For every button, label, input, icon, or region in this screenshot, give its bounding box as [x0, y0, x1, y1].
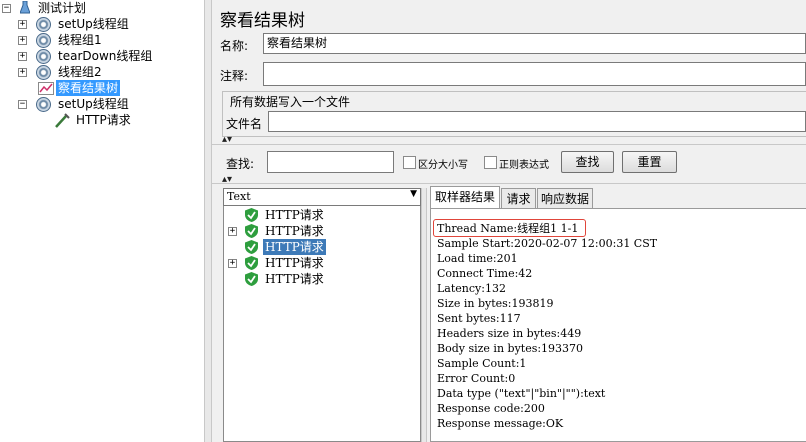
result-line: Data type ("text"|"bin"|""):text	[437, 387, 606, 400]
name-field[interactable]: 察看结果树	[263, 33, 806, 54]
result-line: Sample Start:2020-02-07 12:00:31 CST	[437, 237, 658, 250]
result-line: Response message:OK	[437, 417, 564, 430]
filename-field[interactable]	[268, 111, 806, 132]
tree-item-label: 线程组1	[58, 33, 102, 47]
success-shield-icon	[245, 256, 258, 270]
result-item-label: HTTP请求	[262, 238, 327, 256]
gear-icon	[36, 97, 51, 112]
gear-icon	[36, 33, 51, 48]
result-item-label: HTTP请求	[265, 224, 324, 238]
tab-sampler-result[interactable]: 取样器结果	[430, 186, 500, 208]
tree-item-label: tearDown线程组	[58, 49, 153, 63]
result-line: Sent bytes:117	[437, 312, 521, 325]
pipette-icon	[55, 113, 70, 128]
expand-icon[interactable]: +	[18, 52, 27, 61]
result-line: Latency:132	[437, 282, 506, 295]
tree-item-label: setUp线程组	[58, 97, 129, 111]
tree-item-label: HTTP请求	[76, 113, 131, 127]
result-item-label: HTTP请求	[265, 272, 324, 286]
page-title: 察看结果树	[220, 11, 305, 31]
result-item-label: HTTP请求	[265, 208, 324, 222]
chevron-down-icon[interactable]: ▼	[410, 189, 417, 199]
comment-field[interactable]	[263, 62, 806, 86]
success-shield-icon	[245, 208, 258, 222]
renderer-select[interactable]: Text ▼	[223, 188, 421, 206]
comment-label: 注释:	[220, 69, 249, 83]
tree-item-label: 察看结果树	[56, 80, 121, 96]
file-section-title: 所有数据写入一个文件	[228, 93, 353, 110]
result-line: Load time:201	[437, 252, 518, 265]
test-plan-tree[interactable]: − 测试计划 + setUp线程组 + 线程组1 + tearDown线程组 +…	[0, 0, 204, 442]
tree-root-label: 测试计划	[38, 1, 87, 15]
regex-label: 正则表达式	[499, 160, 549, 171]
splitter[interactable]	[204, 0, 212, 442]
case-sensitive-label: 区分大小写	[418, 160, 468, 171]
gear-icon	[36, 17, 51, 32]
success-shield-icon	[245, 272, 258, 286]
expand-icon[interactable]: +	[18, 20, 27, 29]
listener-icon	[38, 82, 54, 95]
result-item-label: HTTP请求	[265, 256, 324, 270]
renderer-value: Text	[227, 190, 251, 203]
result-line: Sample Count:1	[437, 357, 527, 370]
test-plan-icon	[20, 1, 30, 14]
collapse-icon[interactable]: −	[2, 4, 11, 13]
tab-response-data[interactable]: 响应数据	[537, 188, 593, 208]
separator	[212, 144, 806, 145]
reset-button[interactable]: 重置	[622, 151, 677, 173]
search-label: 查找:	[226, 157, 255, 171]
expand-icon[interactable]: +	[18, 36, 27, 45]
result-line: Connect Time:42	[437, 267, 533, 280]
expand-icon[interactable]: +	[228, 259, 237, 268]
result-line: Size in bytes:193819	[437, 297, 554, 310]
case-sensitive-checkbox[interactable]	[403, 156, 416, 169]
success-shield-icon	[245, 240, 258, 254]
expand-icon[interactable]: +	[228, 227, 237, 236]
find-button[interactable]: 查找	[561, 151, 614, 173]
result-line: Body size in bytes:193370	[437, 342, 584, 355]
tab-request[interactable]: 请求	[501, 188, 536, 208]
filename-label: 文件名	[226, 117, 263, 131]
gear-icon	[36, 65, 51, 80]
result-line: Error Count:0	[437, 372, 516, 385]
search-input[interactable]	[267, 151, 394, 173]
separator	[212, 183, 806, 184]
result-line: Response code:200	[437, 402, 545, 415]
success-shield-icon	[245, 224, 258, 238]
collapse-icon[interactable]: −	[18, 100, 27, 109]
name-label: 名称:	[220, 39, 249, 53]
result-line: Thread Name:线程组1 1-1	[437, 222, 579, 235]
regex-checkbox[interactable]	[484, 156, 497, 169]
collapse-arrows-icon[interactable]: ▴▾	[222, 135, 232, 145]
result-line: Headers size in bytes:449	[437, 327, 582, 340]
tree-item-label: setUp线程组	[58, 17, 129, 31]
results-splitter[interactable]	[421, 188, 427, 442]
expand-icon[interactable]: +	[18, 68, 27, 77]
gear-icon	[36, 49, 51, 64]
tree-item-label: 线程组2	[58, 65, 102, 79]
